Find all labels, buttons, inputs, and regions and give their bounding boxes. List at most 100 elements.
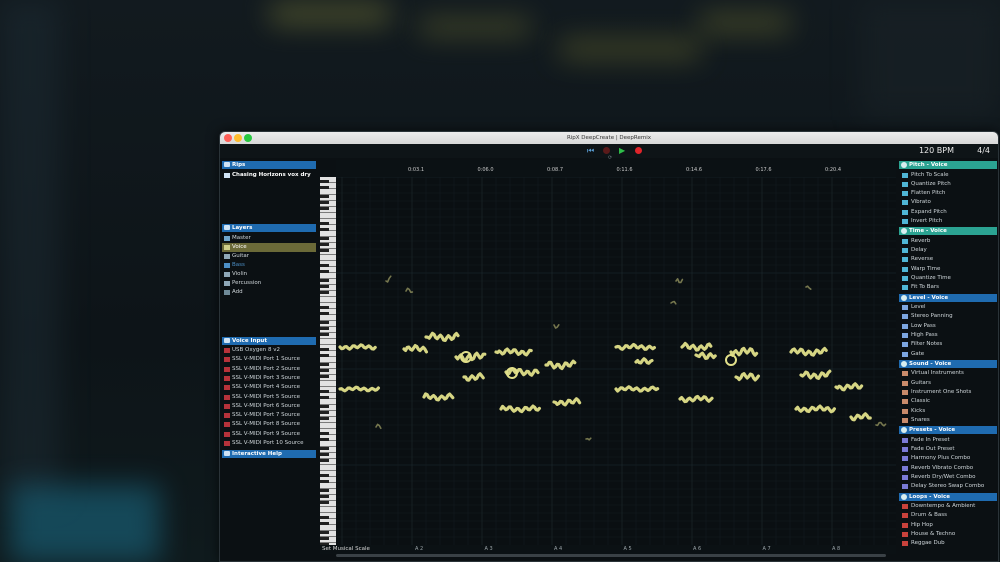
speaker-icon — [224, 263, 230, 268]
voice-input-item[interactable]: SSL V-MIDI Port 4 Source — [222, 383, 316, 392]
tool-item[interactable]: House & Techno — [899, 530, 997, 539]
skip-back-icon[interactable]: ⏮ — [587, 146, 594, 156]
pitch-note — [504, 367, 540, 377]
tool-item[interactable]: Drum & Bass — [899, 511, 997, 520]
voice-input-item[interactable]: SSL V-MIDI Port 6 Source — [222, 402, 316, 411]
tool-item[interactable]: Reverb Vibrato Combo — [899, 464, 997, 473]
tool-icon — [902, 437, 908, 443]
timeline-tick-label: 0:17.6 — [755, 167, 772, 173]
pitch-note — [794, 404, 836, 414]
section-header-loops[interactable]: Loops - Voice — [899, 492, 997, 501]
pitch-note — [402, 344, 428, 354]
tool-icon — [902, 390, 908, 395]
tool-item[interactable]: Downtempo & Ambient — [899, 502, 997, 511]
layer-item-add[interactable]: Add — [222, 288, 316, 297]
tool-icon — [902, 238, 908, 244]
tool-item[interactable]: Vibrato — [899, 198, 997, 207]
tool-item[interactable]: Reverb Dry/Wet Combo — [899, 473, 997, 482]
bpm-display[interactable]: 120 BPM — [919, 145, 954, 157]
voice-input-item[interactable]: SSL V-MIDI Port 1 Source — [222, 355, 316, 364]
section-header-time[interactable]: Time - Voice — [899, 227, 997, 236]
tool-item[interactable]: Low Pass — [899, 322, 997, 331]
tool-item[interactable]: Quantize Time — [899, 274, 997, 283]
tool-item[interactable]: Delay — [899, 246, 997, 255]
tool-item[interactable]: Guitars — [899, 379, 997, 388]
tool-icon — [902, 456, 908, 462]
layer-item-guitar[interactable]: Guitar — [222, 252, 316, 261]
tool-item[interactable]: Reverse — [899, 255, 997, 264]
voice-input-item[interactable]: SSL V-MIDI Port 10 Source — [222, 439, 316, 448]
tool-icon — [902, 172, 908, 178]
tool-item[interactable]: Virtual Instruments — [899, 369, 997, 378]
tool-item[interactable]: Fade Out Preset — [899, 445, 997, 454]
tool-item[interactable]: Kicks — [899, 407, 997, 416]
tool-item[interactable]: Hip Hop — [899, 521, 997, 530]
tool-item[interactable]: Gate — [899, 350, 997, 359]
section-icon — [901, 493, 907, 500]
tool-item[interactable]: High Pass — [899, 331, 997, 340]
tool-icon — [902, 266, 908, 272]
tool-item[interactable]: Flatten Pitch — [899, 189, 997, 198]
tool-item[interactable]: Invert Pitch — [899, 217, 997, 226]
rips-header[interactable]: Rips — [222, 161, 316, 169]
tool-item[interactable]: Level — [899, 303, 997, 312]
tool-item[interactable]: Filter Notes — [899, 340, 997, 349]
tool-item[interactable]: Instrument One Shots — [899, 388, 997, 397]
layer-item-master[interactable]: Master — [222, 234, 316, 243]
tool-item[interactable]: Expand Pitch — [899, 208, 997, 217]
section-header-pitch[interactable]: Pitch - Voice — [899, 161, 997, 169]
voice-input-item[interactable]: SSL V-MIDI Port 8 Source — [222, 420, 316, 429]
timeline-ruler[interactable]: 0:03.1 0:06.0 0:08.7 0:11.6 0:14.6 0:17.6 0:20… — [336, 160, 896, 177]
voice-input-item[interactable]: SSL V-MIDI Port 9 Source — [222, 430, 316, 439]
voice-input-item[interactable]: SSL V-MIDI Port 7 Source — [222, 411, 316, 420]
section-header-level[interactable]: Level - Voice — [899, 293, 997, 302]
horizontal-scrollbar[interactable] — [336, 554, 886, 557]
section-icon — [901, 294, 907, 301]
tool-item[interactable]: Reggae Dub — [899, 539, 997, 548]
set-musical-scale-button[interactable]: Set Musical Scale — [322, 545, 370, 554]
section-header-sound[interactable]: Sound - Voice — [899, 359, 997, 368]
voice-input-item[interactable]: SSL V-MIDI Port 2 Source — [222, 365, 316, 374]
tool-item[interactable]: Fade In Preset — [899, 436, 997, 445]
layer-item-percussion[interactable]: Percussion — [222, 279, 316, 288]
layer-item-voice[interactable]: Voice — [222, 243, 316, 252]
voice-input-item[interactable]: SSL V-MIDI Port 5 Source — [222, 393, 316, 402]
window-title: RipX DeepCreate | DeepRemix — [566, 135, 652, 141]
tool-item[interactable]: Fit To Bars — [899, 283, 997, 292]
tool-icon — [902, 285, 908, 291]
tool-icon — [902, 513, 908, 519]
tool-item[interactable]: Snares — [899, 416, 997, 425]
tool-item[interactable]: Harmony Plus Combo — [899, 454, 997, 463]
note-editor[interactable] — [336, 176, 896, 545]
pitch-note — [675, 278, 684, 284]
pitch-note — [553, 324, 560, 329]
tool-item[interactable]: Reverb — [899, 237, 997, 246]
voice-input-item[interactable]: SSL V-MIDI Port 3 Source — [222, 374, 316, 383]
rip-file-item[interactable]: Chasing Horizons vox dry — [222, 171, 316, 180]
piano-keyboard[interactable] — [320, 177, 336, 545]
tool-item[interactable]: Stereo Panning — [899, 312, 997, 321]
layer-item-bass[interactable]: Bass — [222, 261, 316, 270]
record-icon[interactable] — [635, 147, 642, 154]
layer-item-violin[interactable]: Violin — [222, 270, 316, 279]
pitch-note — [680, 341, 713, 352]
section-header-presets[interactable]: Presets - Voice — [899, 426, 997, 435]
interactive-help-header[interactable]: Interactive Help — [222, 450, 316, 458]
tool-item[interactable]: Delay Stereo Swap Combo — [899, 482, 997, 491]
blur-shape — [10, 485, 160, 562]
note-canvas[interactable] — [336, 176, 896, 545]
midi-port-icon — [224, 422, 230, 428]
tool-icon — [902, 408, 908, 414]
time-signature[interactable]: 4/4 — [977, 145, 990, 157]
tool-item[interactable]: Classic — [899, 397, 997, 406]
tool-item[interactable]: Pitch To Scale — [899, 171, 997, 180]
pitch-label: A 6 — [693, 546, 702, 552]
tool-item[interactable]: Warp Time — [899, 265, 997, 274]
tool-icon — [902, 200, 908, 206]
tool-icon — [902, 305, 908, 311]
voice-input-item[interactable]: USB Oxygen 8 v2 — [222, 346, 316, 355]
tool-item[interactable]: Quantize Pitch — [899, 180, 997, 189]
layers-header[interactable]: Layers — [222, 224, 316, 232]
play-icon[interactable]: ▶ — [619, 146, 625, 156]
voice-input-header[interactable]: Voice Input — [222, 337, 316, 345]
